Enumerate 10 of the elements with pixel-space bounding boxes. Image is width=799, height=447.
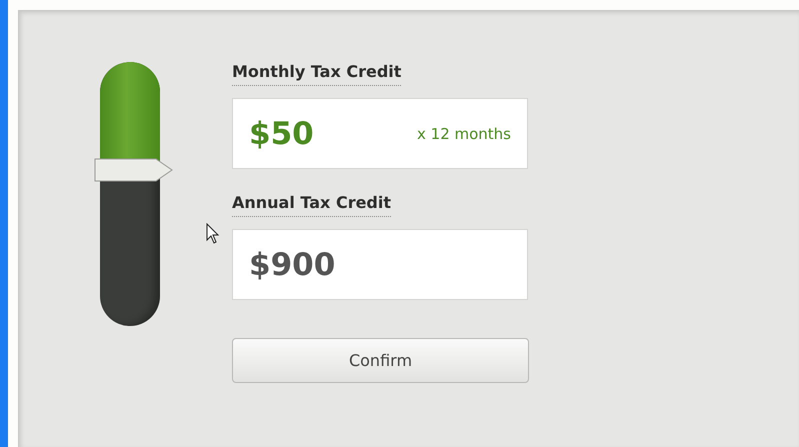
months-text: x 12 months <box>417 124 511 142</box>
amount-value: $900 <box>249 246 336 282</box>
slider-thumb[interactable] <box>94 156 174 184</box>
field-label: Annual Tax Credit <box>232 193 392 217</box>
confirm-button[interactable]: Confirm <box>232 338 529 383</box>
amount-field[interactable]: $900 <box>232 229 528 300</box>
cursor-icon <box>206 223 220 245</box>
field-label: Monthly Tax Credit <box>232 62 402 86</box>
amount-value: $50 <box>249 116 314 152</box>
amount-field[interactable]: $50 x 12 months <box>232 98 528 169</box>
